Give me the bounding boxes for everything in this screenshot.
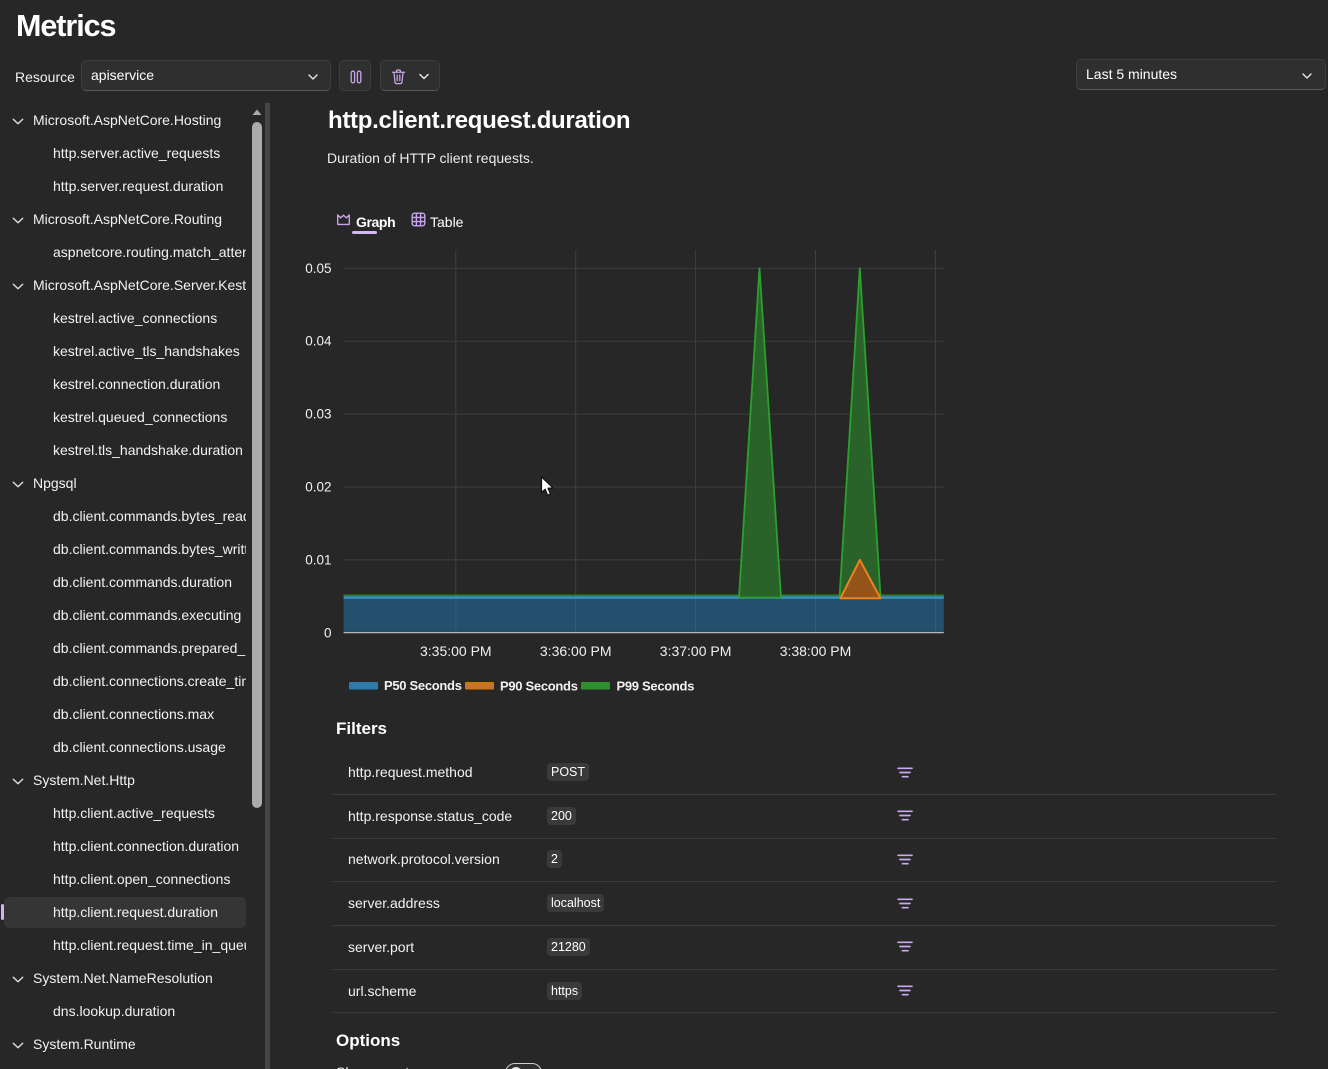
svg-text:0.01: 0.01 — [305, 552, 331, 567]
svg-text:3:36:00 PM: 3:36:00 PM — [540, 643, 612, 659]
svg-text:0.03: 0.03 — [305, 407, 331, 422]
svg-text:0.05: 0.05 — [305, 261, 331, 276]
svg-text:P50 Seconds: P50 Seconds — [384, 678, 462, 693]
svg-text:0.04: 0.04 — [305, 334, 332, 349]
svg-text:3:35:00 PM: 3:35:00 PM — [420, 643, 492, 659]
svg-text:3:38:00 PM: 3:38:00 PM — [780, 643, 852, 659]
svg-text:0: 0 — [324, 625, 332, 640]
svg-text:P90 Seconds: P90 Seconds — [500, 679, 578, 694]
svg-text:P99 Seconds: P99 Seconds — [617, 679, 695, 694]
svg-text:0.02: 0.02 — [305, 480, 331, 495]
svg-text:3:37:00 PM: 3:37:00 PM — [660, 643, 732, 659]
